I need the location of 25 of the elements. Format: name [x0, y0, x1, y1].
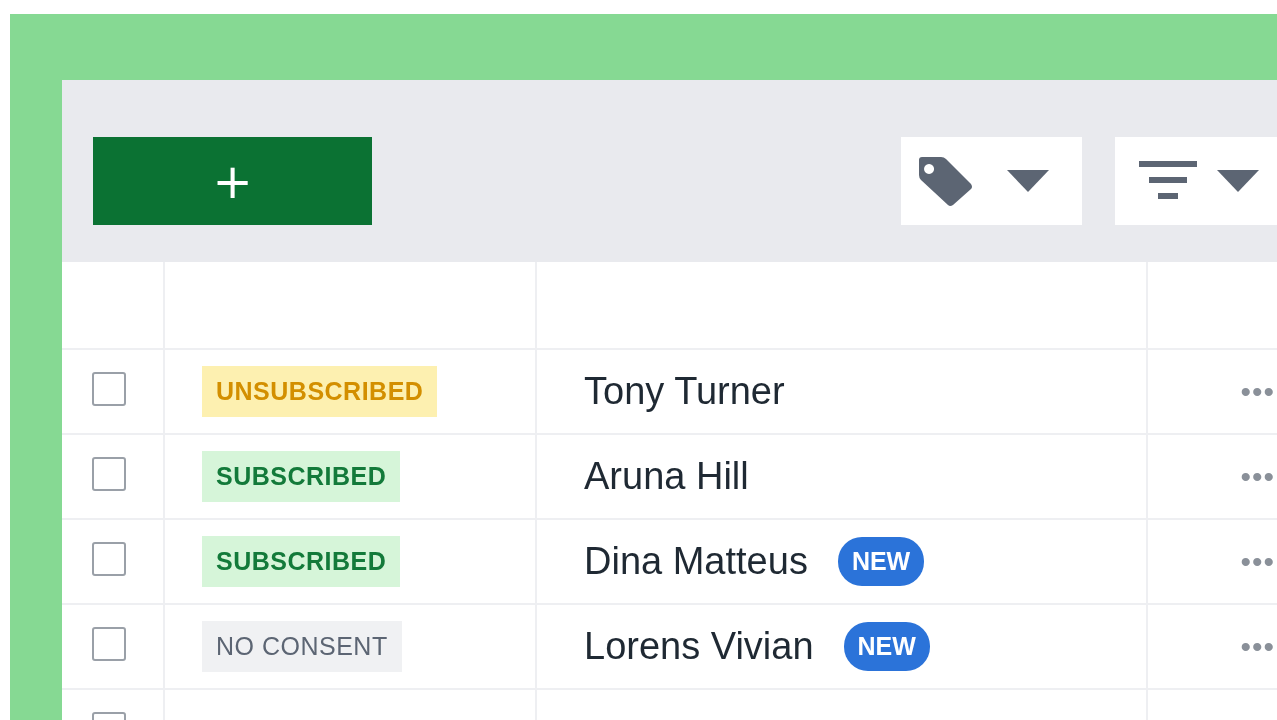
- checkbox[interactable]: [92, 372, 126, 406]
- status-tag: SUBSCRIBED: [202, 536, 401, 587]
- new-badge: NEW: [837, 537, 925, 586]
- add-button[interactable]: +: [93, 137, 372, 225]
- more-actions-button[interactable]: •••: [1240, 629, 1275, 664]
- filter-icon: [1139, 161, 1197, 201]
- more-actions-button[interactable]: •••: [1240, 374, 1275, 409]
- tag-icon: [917, 156, 973, 206]
- contact-name: Dina Matteus: [584, 540, 808, 583]
- status-tag: NO CONSENT: [202, 621, 402, 672]
- contact-name: Lorens Vivian: [584, 625, 814, 668]
- filter-button[interactable]: [1115, 137, 1277, 225]
- status-tag: UNSUBSCRIBED: [202, 366, 438, 417]
- contact-name: Aruna Hill: [584, 455, 749, 498]
- more-actions-button[interactable]: •••: [1240, 544, 1275, 579]
- tag-filter-button[interactable]: [901, 137, 1082, 225]
- checkbox[interactable]: [92, 542, 126, 576]
- caret-icon: [1007, 170, 1049, 192]
- new-badge: NEW: [843, 622, 930, 671]
- checkbox[interactable]: [92, 457, 126, 491]
- caret-icon: [1217, 170, 1259, 192]
- contact-name: Tony Turner: [584, 370, 785, 413]
- checkbox[interactable]: [92, 627, 126, 661]
- status-tag: SUBSCRIBED: [202, 451, 401, 502]
- more-actions-button[interactable]: •••: [1240, 459, 1275, 494]
